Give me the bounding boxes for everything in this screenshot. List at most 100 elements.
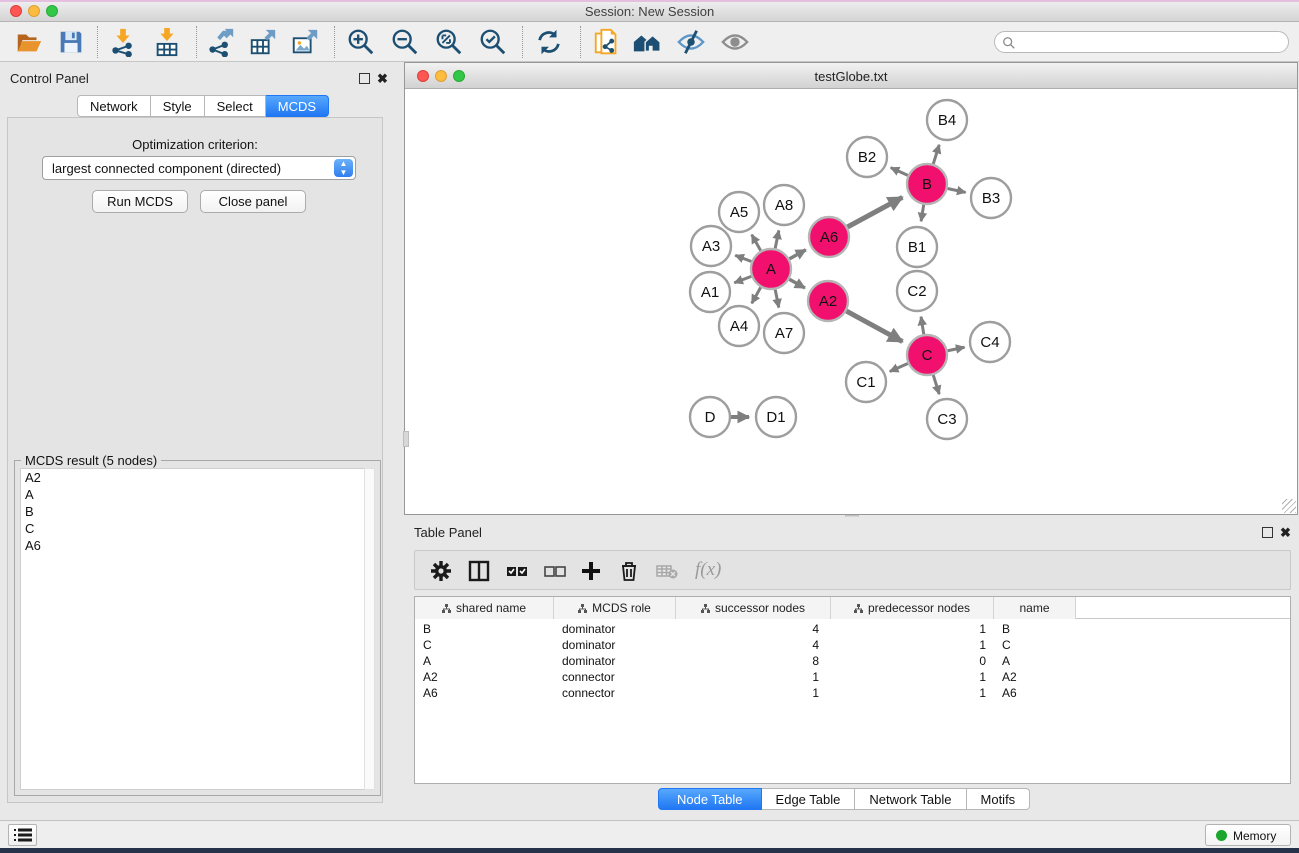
tab-network-table[interactable]: Network Table xyxy=(855,788,966,810)
tab-network[interactable]: Network xyxy=(77,95,151,117)
delete-table-icon[interactable] xyxy=(655,559,679,583)
scrollbar[interactable] xyxy=(364,468,375,790)
graph-edge-B-B2[interactable] xyxy=(891,168,908,176)
delete-column-icon[interactable] xyxy=(617,559,641,583)
table-cell: A6 xyxy=(423,685,438,701)
zoom-out-icon[interactable] xyxy=(390,27,420,57)
toolbar-separator xyxy=(522,26,523,58)
mcds-result-groupbox: MCDS result (5 nodes) A2ABCA6 xyxy=(14,460,381,796)
zoom-fit-icon[interactable] xyxy=(434,27,464,57)
tab-node-table[interactable]: Node Table xyxy=(658,788,762,810)
tab-style[interactable]: Style xyxy=(151,95,205,117)
graph-edge-A-A8[interactable] xyxy=(775,230,779,248)
export-image-icon[interactable] xyxy=(290,27,320,57)
column-header-successor-nodes[interactable]: successor nodes xyxy=(676,597,831,619)
mcds-result-item[interactable]: A xyxy=(21,486,364,503)
table-tabs: Node Table Edge Table Network Table Moti… xyxy=(658,788,1030,810)
graph-edge-B-B4[interactable] xyxy=(933,145,939,164)
tab-mcds[interactable]: MCDS xyxy=(266,95,329,117)
column-header-MCDS-role[interactable]: MCDS role xyxy=(554,597,676,619)
criterion-select[interactable]: largest connected component (directed) ▲… xyxy=(42,156,356,180)
graph-edge-A-A3[interactable] xyxy=(735,255,751,261)
tab-select[interactable]: Select xyxy=(205,95,266,117)
mcds-result-list[interactable]: A2ABCA6 xyxy=(20,468,365,790)
column-header-name[interactable]: name xyxy=(994,597,1076,619)
table-row[interactable]: Cdominator41C xyxy=(415,637,1290,653)
import-network-icon[interactable] xyxy=(108,27,138,57)
node-table: shared nameMCDS rolesuccessor nodesprede… xyxy=(414,596,1291,784)
close-panel-button[interactable]: Close panel xyxy=(200,190,306,213)
network-canvas[interactable]: A5A8A6A3AA1A2A4A7B4B2BB3B1C2C4CC1C3DD1 xyxy=(405,89,1297,514)
eye-slash-icon[interactable] xyxy=(676,27,706,57)
graph-edge-A-A2[interactable] xyxy=(789,279,805,288)
graph-edge-B-B1[interactable] xyxy=(921,205,924,222)
export-network-icon[interactable] xyxy=(206,27,236,57)
graph-edge-C-C1[interactable] xyxy=(890,363,908,371)
column-header-predecessor-nodes[interactable]: predecessor nodes xyxy=(831,597,994,619)
houses-icon[interactable] xyxy=(632,27,662,57)
graph-node-label: A xyxy=(766,261,776,278)
float-panel-icon[interactable] xyxy=(359,73,370,84)
graph-edge-A2-C[interactable] xyxy=(846,311,902,342)
open-session-icon[interactable] xyxy=(14,27,44,57)
memory-button[interactable]: Memory xyxy=(1205,824,1291,846)
select-all-icon[interactable] xyxy=(505,559,529,583)
column-layout-icon[interactable] xyxy=(467,559,491,583)
function-builder-icon[interactable]: f(x) xyxy=(695,559,721,581)
zoom-in-icon[interactable] xyxy=(346,27,376,57)
graph-node-label: B xyxy=(922,176,932,193)
save-session-icon[interactable] xyxy=(56,27,86,57)
table-cell: A6 xyxy=(1002,685,1017,701)
table-row[interactable]: Bdominator41B xyxy=(415,621,1290,637)
task-history-button[interactable] xyxy=(8,824,37,846)
mcds-result-item[interactable]: A6 xyxy=(21,537,364,554)
graph-edge-A-A6[interactable] xyxy=(789,250,805,259)
table-row[interactable]: A2connector11A2 xyxy=(415,669,1290,685)
mcds-result-item[interactable]: C xyxy=(21,520,364,537)
mcds-result-legend: MCDS result (5 nodes) xyxy=(21,453,161,468)
table-cell: dominator xyxy=(562,637,615,653)
close-panel-icon[interactable]: ✖ xyxy=(377,73,388,84)
splitter-handle[interactable] xyxy=(403,431,409,447)
gear-icon[interactable] xyxy=(429,559,453,583)
float-panel-icon[interactable] xyxy=(1262,527,1273,538)
graph-edge-C-C4[interactable] xyxy=(948,347,965,351)
import-table-icon[interactable] xyxy=(152,27,182,57)
graph-edge-A-A4[interactable] xyxy=(752,287,761,303)
add-column-icon[interactable] xyxy=(579,559,603,583)
mcds-result-item[interactable]: A2 xyxy=(21,469,364,486)
table-row[interactable]: Adominator80A xyxy=(415,653,1290,669)
mcds-result-item[interactable]: B xyxy=(21,503,364,520)
export-table-icon[interactable] xyxy=(248,27,278,57)
graph-edge-A-A1[interactable] xyxy=(734,276,751,282)
graph-edge-C-C3[interactable] xyxy=(933,375,939,394)
refresh-icon[interactable] xyxy=(534,27,564,57)
run-mcds-button[interactable]: Run MCDS xyxy=(92,190,188,213)
network-window-titlebar[interactable]: testGlobe.txt xyxy=(405,63,1297,89)
graph-edge-A6-B[interactable] xyxy=(847,197,902,227)
graph-node-label: A7 xyxy=(775,325,793,342)
search-icon xyxy=(1002,36,1016,50)
graph-edge-B-B3[interactable] xyxy=(948,188,966,192)
toolbar-separator xyxy=(196,26,197,58)
clone-network-icon[interactable] xyxy=(592,27,622,57)
search-input[interactable] xyxy=(994,31,1289,53)
network-graph[interactable]: A5A8A6A3AA1A2A4A7B4B2BB3B1C2C4CC1C3DD1 xyxy=(405,89,1297,514)
tab-edge-table[interactable]: Edge Table xyxy=(762,788,856,810)
table-row[interactable]: A6connector11A6 xyxy=(415,685,1290,701)
table-cell: 8 xyxy=(779,653,819,669)
resize-grip[interactable] xyxy=(1282,499,1296,513)
table-cell: A2 xyxy=(1002,669,1017,685)
optimization-criterion-label: Optimization criterion: xyxy=(0,137,390,152)
column-header-shared-name[interactable]: shared name xyxy=(415,597,554,619)
graph-edge-A-A5[interactable] xyxy=(752,235,761,251)
zoom-selected-icon[interactable] xyxy=(478,27,508,57)
tab-motifs[interactable]: Motifs xyxy=(967,788,1031,810)
table-cell: A2 xyxy=(423,669,438,685)
graph-edge-C-C2[interactable] xyxy=(921,317,924,335)
column-type-icon xyxy=(578,604,587,613)
graph-edge-A-A7[interactable] xyxy=(775,290,779,308)
eye-icon[interactable] xyxy=(720,27,750,57)
close-panel-icon[interactable]: ✖ xyxy=(1280,527,1291,538)
deselect-all-icon[interactable] xyxy=(543,559,567,583)
